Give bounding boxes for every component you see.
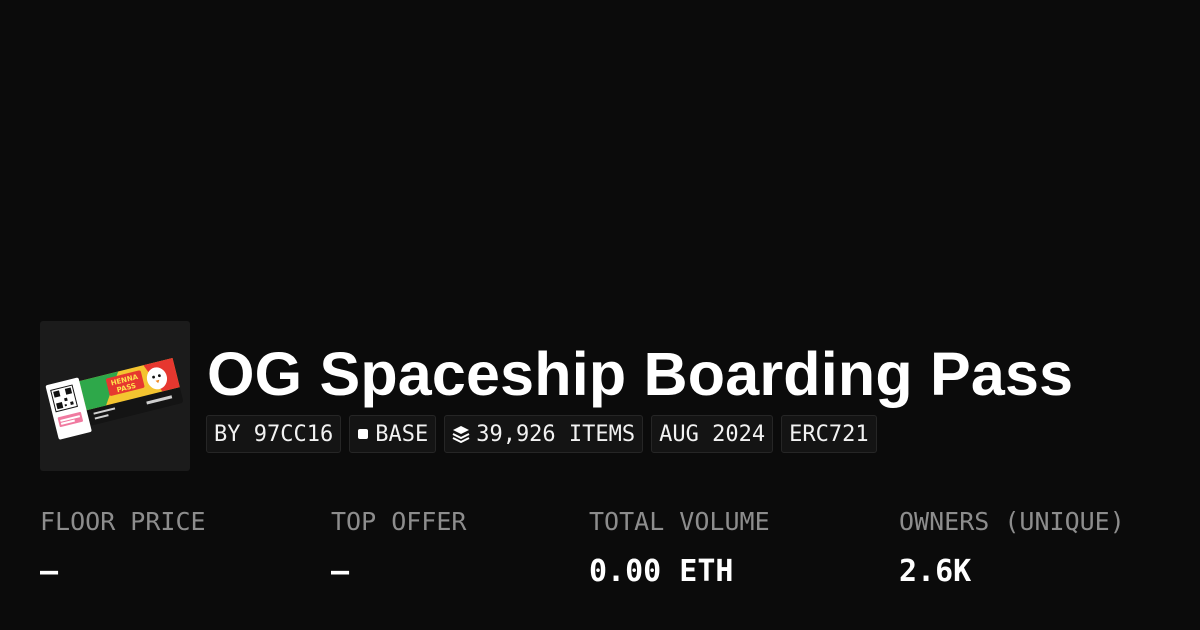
stat-floor-price: FLOOR PRICE – [40,505,206,589]
chain-label: BASE [375,421,429,447]
stat-label: FLOOR PRICE [40,507,206,536]
stat-label: OWNERS (UNIQUE) [899,507,1125,536]
stat-value: 0.00 ETH [589,554,734,589]
stat-value: – [40,554,59,589]
creator-label: BY 97CC16 [214,421,334,447]
date-chip: AUG 2024 [651,415,774,453]
stat-top-offer: TOP OFFER – [331,505,466,589]
collection-title: OG Spaceship Boarding Pass [207,340,1074,408]
collection-share-card: HENNA PASS OG Spaceship Boarding Pass BY… [0,0,1200,630]
token-standard-chip: ERC721 [781,415,877,453]
created-date-label: AUG 2024 [659,421,766,447]
square-icon [357,428,369,440]
boarding-pass-artwork: HENNA PASS [45,357,183,440]
layers-icon [452,425,470,443]
creator-chip[interactable]: BY 97CC16 [206,415,342,453]
items-chip[interactable]: 39,926 ITEMS [444,415,644,453]
stat-label: TOP OFFER [331,507,467,536]
items-count-label: 39,926 ITEMS [476,421,636,447]
token-standard-label: ERC721 [789,421,869,447]
stat-value: – [331,554,350,589]
stat-total-volume: TOTAL VOLUME 0.00 ETH [589,505,770,589]
collection-meta-chips: BY 97CC16 BASE 39,926 ITEMS AUG 2024 ERC… [206,415,877,453]
stat-label: TOTAL VOLUME [589,507,770,536]
stat-owners-unique: OWNERS (UNIQUE) 2.6K [899,505,1125,589]
chain-chip[interactable]: BASE [349,415,437,453]
stat-value: 2.6K [899,554,972,589]
collection-thumbnail: HENNA PASS [40,321,190,471]
